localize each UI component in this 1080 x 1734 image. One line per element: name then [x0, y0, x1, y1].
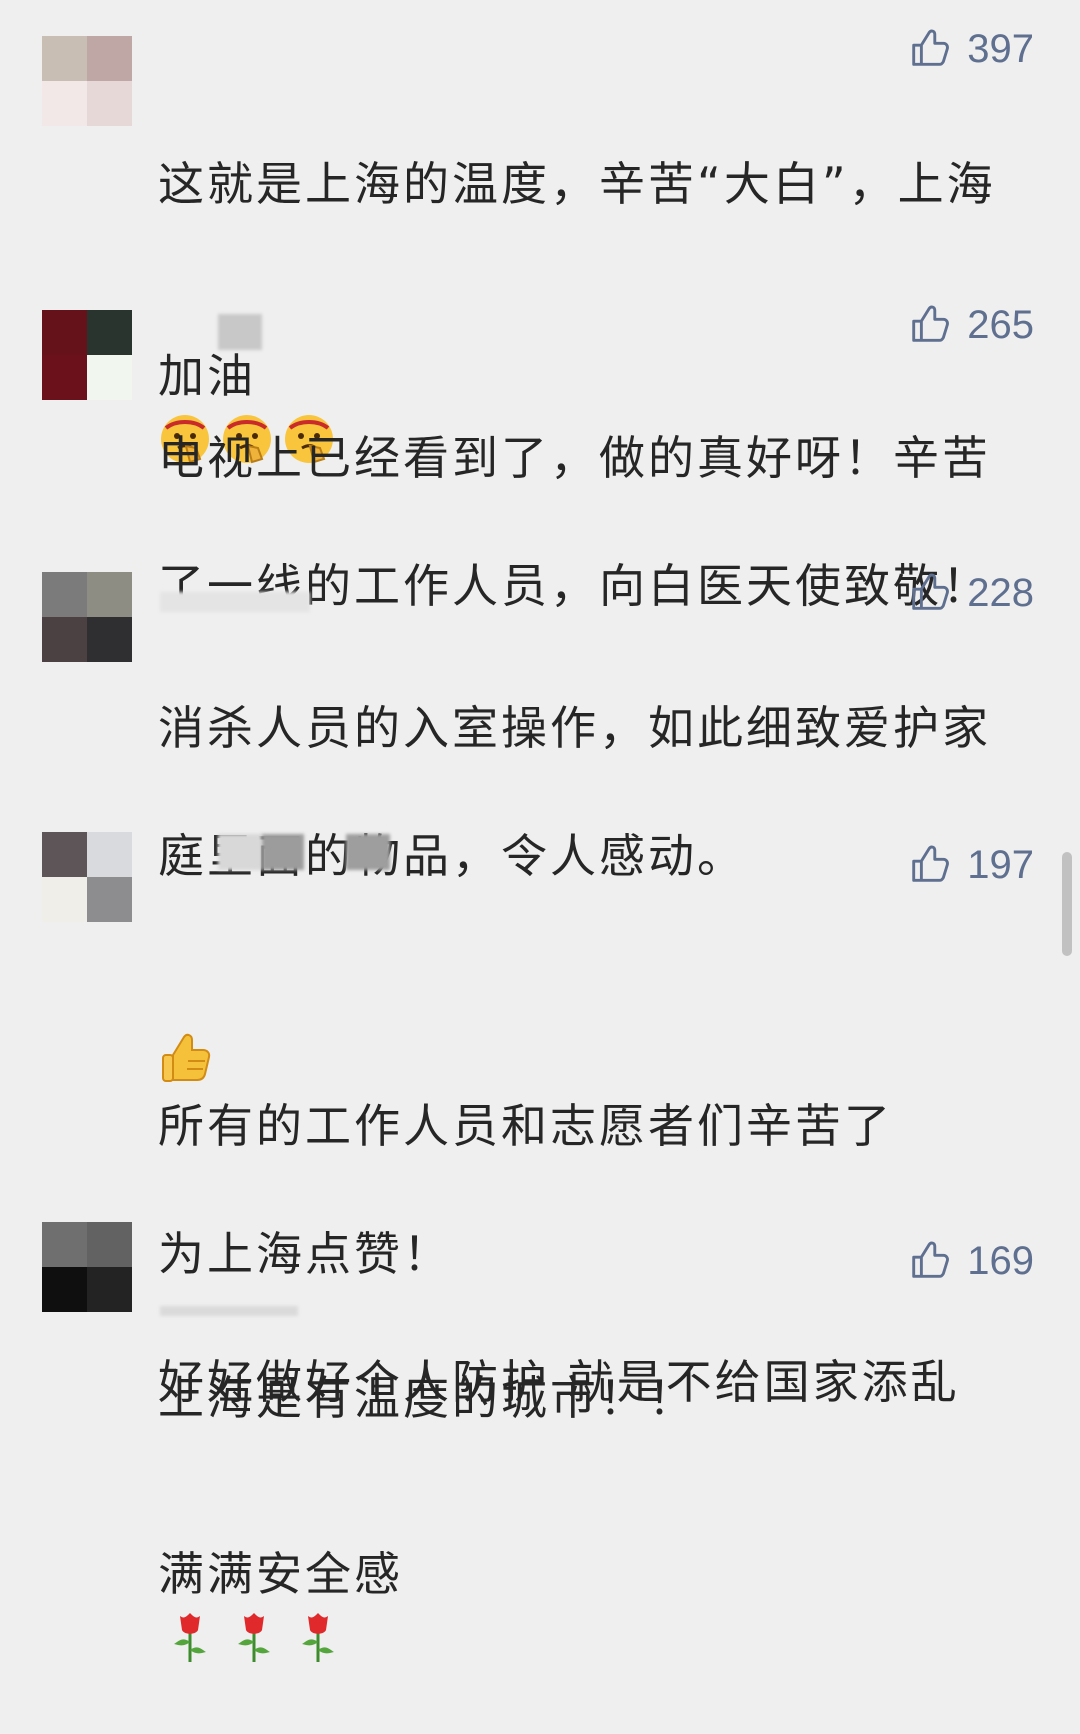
avatar-pixel: [87, 310, 132, 355]
avatar-pixel: [87, 81, 132, 126]
avatar-pixel: [42, 1222, 87, 1267]
avatar-pixel: [87, 36, 132, 81]
avatar-pixel: [87, 355, 132, 400]
like-count: 397: [967, 26, 1034, 71]
avatar[interactable]: [42, 1222, 132, 1312]
thumbs-up-emoji-icon: [162, 1033, 211, 1082]
blurred-username: [346, 834, 390, 870]
comment-line: 消杀人员的入室操作，如此细致爱护家: [158, 701, 991, 755]
comment-line: 为上海点赞！: [158, 1227, 452, 1281]
avatar-pixel: [87, 1267, 132, 1312]
rose-emoji-icon: [174, 1613, 206, 1662]
like-count: 169: [967, 1238, 1034, 1283]
like-button[interactable]: 265: [907, 302, 1034, 348]
avatar-pixel: [42, 310, 87, 355]
avatar-pixel: [42, 355, 87, 400]
thumbs-up-outline-icon: [912, 305, 950, 342]
like-button[interactable]: 169: [907, 1238, 1034, 1284]
avatar[interactable]: [42, 310, 132, 400]
rose-emoji-icon: [302, 1613, 334, 1662]
avatar-pixel: [42, 877, 87, 922]
avatar-pixel: [42, 81, 87, 126]
avatar-pixel: [87, 572, 132, 617]
blurred-username: [160, 592, 310, 612]
avatar-pixel: [87, 617, 132, 662]
rose-emoji-icon: [238, 1613, 270, 1662]
avatar[interactable]: [42, 572, 132, 662]
comment-text: 上海是有温度的城市！！: [158, 1302, 1008, 1494]
avatar-pixel: [42, 832, 87, 877]
thumbs-up-outline-icon: [912, 845, 950, 882]
thumbs-up-outline-icon: [912, 1241, 950, 1278]
like-count: 197: [967, 842, 1034, 887]
avatar-pixel: [87, 877, 132, 922]
blurred-username: [262, 834, 304, 870]
scrollbar[interactable]: [1062, 852, 1072, 956]
thumbs-up-outline-icon: [912, 573, 950, 610]
comment-line: 电视上已经看到了，做的真好呀！辛苦: [158, 431, 991, 485]
like-button[interactable]: 397: [907, 26, 1034, 72]
avatar-pixel: [87, 832, 132, 877]
avatar-pixel: [42, 36, 87, 81]
thumbs-up-outline-icon: [912, 29, 950, 66]
avatar-pixel: [42, 572, 87, 617]
avatar[interactable]: [42, 36, 132, 126]
comment-line-with-emoji: 所有的工作人员和志愿者们辛苦了: [158, 966, 1008, 1158]
like-button[interactable]: 228: [907, 570, 1034, 616]
blurred-username: [218, 314, 262, 350]
comment-line: 满满安全感: [158, 1547, 403, 1601]
comment-line-with-emoji: 满满安全感: [158, 1478, 1008, 1670]
like-count: 228: [967, 570, 1034, 615]
like-count: 265: [967, 302, 1034, 347]
avatar-pixel: [87, 1222, 132, 1267]
comment-line: 上海是有温度的城市！！: [158, 1371, 697, 1425]
blurred-username: [218, 834, 262, 870]
avatar[interactable]: [42, 832, 132, 922]
avatar-pixel: [42, 617, 87, 662]
comment-line: 所有的工作人员和志愿者们辛苦了: [158, 1099, 893, 1153]
avatar-pixel: [42, 1267, 87, 1312]
comment-line: 这就是上海的温度，辛苦“大白”，上海: [158, 157, 996, 211]
like-button[interactable]: 197: [907, 842, 1034, 888]
